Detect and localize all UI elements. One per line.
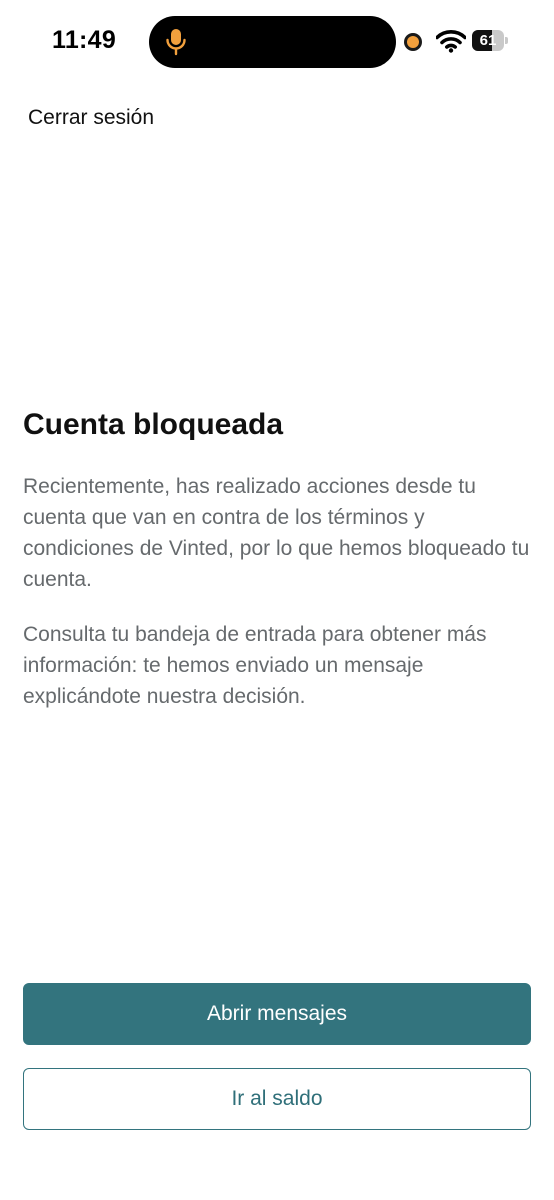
status-time: 11:49 (52, 26, 117, 54)
status-bar: 11:49 61 (0, 0, 554, 84)
page-title: Cuenta bloqueada (23, 408, 284, 441)
go-to-balance-button[interactable]: Ir al saldo (23, 1068, 531, 1130)
microphone-icon (166, 29, 186, 56)
blocked-account-screen: 11:49 61 Cerrar sesión Cuenta bloqueada … (0, 0, 554, 1200)
battery-level: 61 (479, 32, 497, 49)
wifi-icon (436, 30, 466, 53)
battery-icon: 61 (472, 30, 508, 51)
logout-button[interactable]: Cerrar sesión (28, 106, 154, 130)
inbox-info-text: Consulta tu bandeja de entrada para obte… (23, 623, 487, 708)
recording-indicator-icon (404, 33, 422, 51)
open-messages-button[interactable]: Abrir mensajes (23, 983, 531, 1045)
blocked-explanation-text: Recientemente, has realizado acciones de… (23, 475, 530, 591)
dynamic-island (149, 16, 396, 68)
